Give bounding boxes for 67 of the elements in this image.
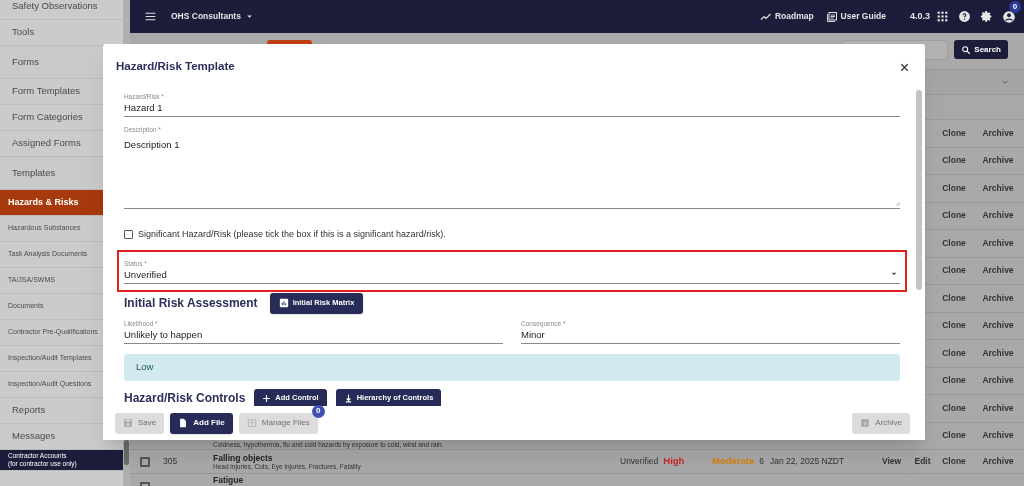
- action-link[interactable]: Clone: [942, 319, 966, 333]
- action-link[interactable]: Clone: [942, 429, 966, 443]
- section-heading: Hazard/Risk Controls: [124, 390, 246, 406]
- action-link[interactable]: Clone: [942, 264, 966, 278]
- book-icon: [825, 10, 838, 23]
- checkbox[interactable]: [124, 230, 133, 240]
- help-icon: [958, 10, 971, 23]
- top-link[interactable]: User Guide: [825, 10, 886, 23]
- row-checkbox[interactable]: [140, 456, 150, 467]
- risk-rating-alert: Low: [124, 353, 900, 381]
- date-text: Jan 22, 2025 NZDT: [770, 455, 845, 468]
- action-link[interactable]: Archive: [982, 374, 1014, 388]
- upload-box-icon: [246, 418, 257, 428]
- action-link[interactable]: Clone: [942, 455, 966, 468]
- scrollbar-thumb[interactable]: [916, 90, 922, 290]
- top-link[interactable]: Roadmap: [759, 10, 814, 23]
- action-link[interactable]: Clone: [942, 346, 966, 360]
- risk-level: Moderate: [712, 454, 755, 469]
- bar-chart-icon: [278, 298, 289, 308]
- add-file-button[interactable]: Add File: [170, 412, 233, 434]
- action-link[interactable]: Archive: [982, 236, 1014, 250]
- resize-grip-icon: [894, 200, 900, 206]
- action-link[interactable]: Clone: [942, 401, 966, 415]
- account-icon: [1002, 9, 1016, 24]
- action-link[interactable]: Archive: [982, 319, 1014, 333]
- hazard-title: Fatigue: [213, 475, 245, 485]
- action-link[interactable]: Archive: [982, 126, 1014, 140]
- file-icon: [178, 418, 189, 428]
- company-selector[interactable]: OHS Consultants: [171, 10, 254, 23]
- action-link[interactable]: Archive: [982, 209, 1014, 223]
- action-link[interactable]: Edit: [914, 455, 931, 468]
- action-link[interactable]: Archive: [982, 429, 1014, 443]
- hazard-title: Falling objects: [213, 452, 274, 463]
- action-link[interactable]: Archive: [982, 291, 1014, 305]
- action-link[interactable]: Clone: [942, 374, 966, 388]
- checkbox-label: Significant Hazard/Risk (please tick the box if this is a significant hazard/risk).: [138, 228, 446, 241]
- caret-icon: [244, 12, 254, 21]
- action-link[interactable]: Clone: [942, 126, 966, 140]
- action-link[interactable]: Clone: [942, 236, 966, 250]
- apps-grid-icon: [936, 10, 949, 23]
- download-arrow-icon: [343, 393, 353, 403]
- archive-box-icon: [860, 418, 871, 428]
- action-link[interactable]: Clone: [942, 291, 966, 305]
- action-link[interactable]: View: [881, 455, 902, 468]
- menu-icon: [144, 10, 157, 23]
- close-icon: [898, 61, 910, 73]
- action-link[interactable]: Archive: [982, 455, 1014, 468]
- action-link[interactable]: Archive: [982, 181, 1014, 195]
- action-link[interactable]: Archive: [982, 401, 1014, 415]
- notification-badge: 0: [1009, 0, 1021, 13]
- action-link[interactable]: Clone: [942, 181, 966, 195]
- version-number: 4.0.3: [909, 9, 930, 23]
- action-link[interactable]: Archive: [982, 154, 1014, 168]
- risk-level: High: [663, 454, 685, 469]
- status-text: Unverified: [620, 455, 659, 468]
- search-icon: [961, 44, 972, 55]
- action-link[interactable]: Archive: [982, 346, 1014, 360]
- action-link[interactable]: Clone: [942, 154, 966, 168]
- row-number: 305: [163, 455, 178, 468]
- action-link[interactable]: Clone: [942, 209, 966, 223]
- search-button[interactable]: Search: [954, 40, 1008, 59]
- settings-icon: [980, 10, 993, 23]
- section-heading: Initial Risk Assessment: [124, 295, 258, 312]
- plus-icon: [262, 393, 272, 403]
- scrollbar-thumb[interactable]: [124, 440, 129, 465]
- risk-score: 6: [759, 455, 764, 468]
- action-link[interactable]: Archive: [982, 264, 1014, 278]
